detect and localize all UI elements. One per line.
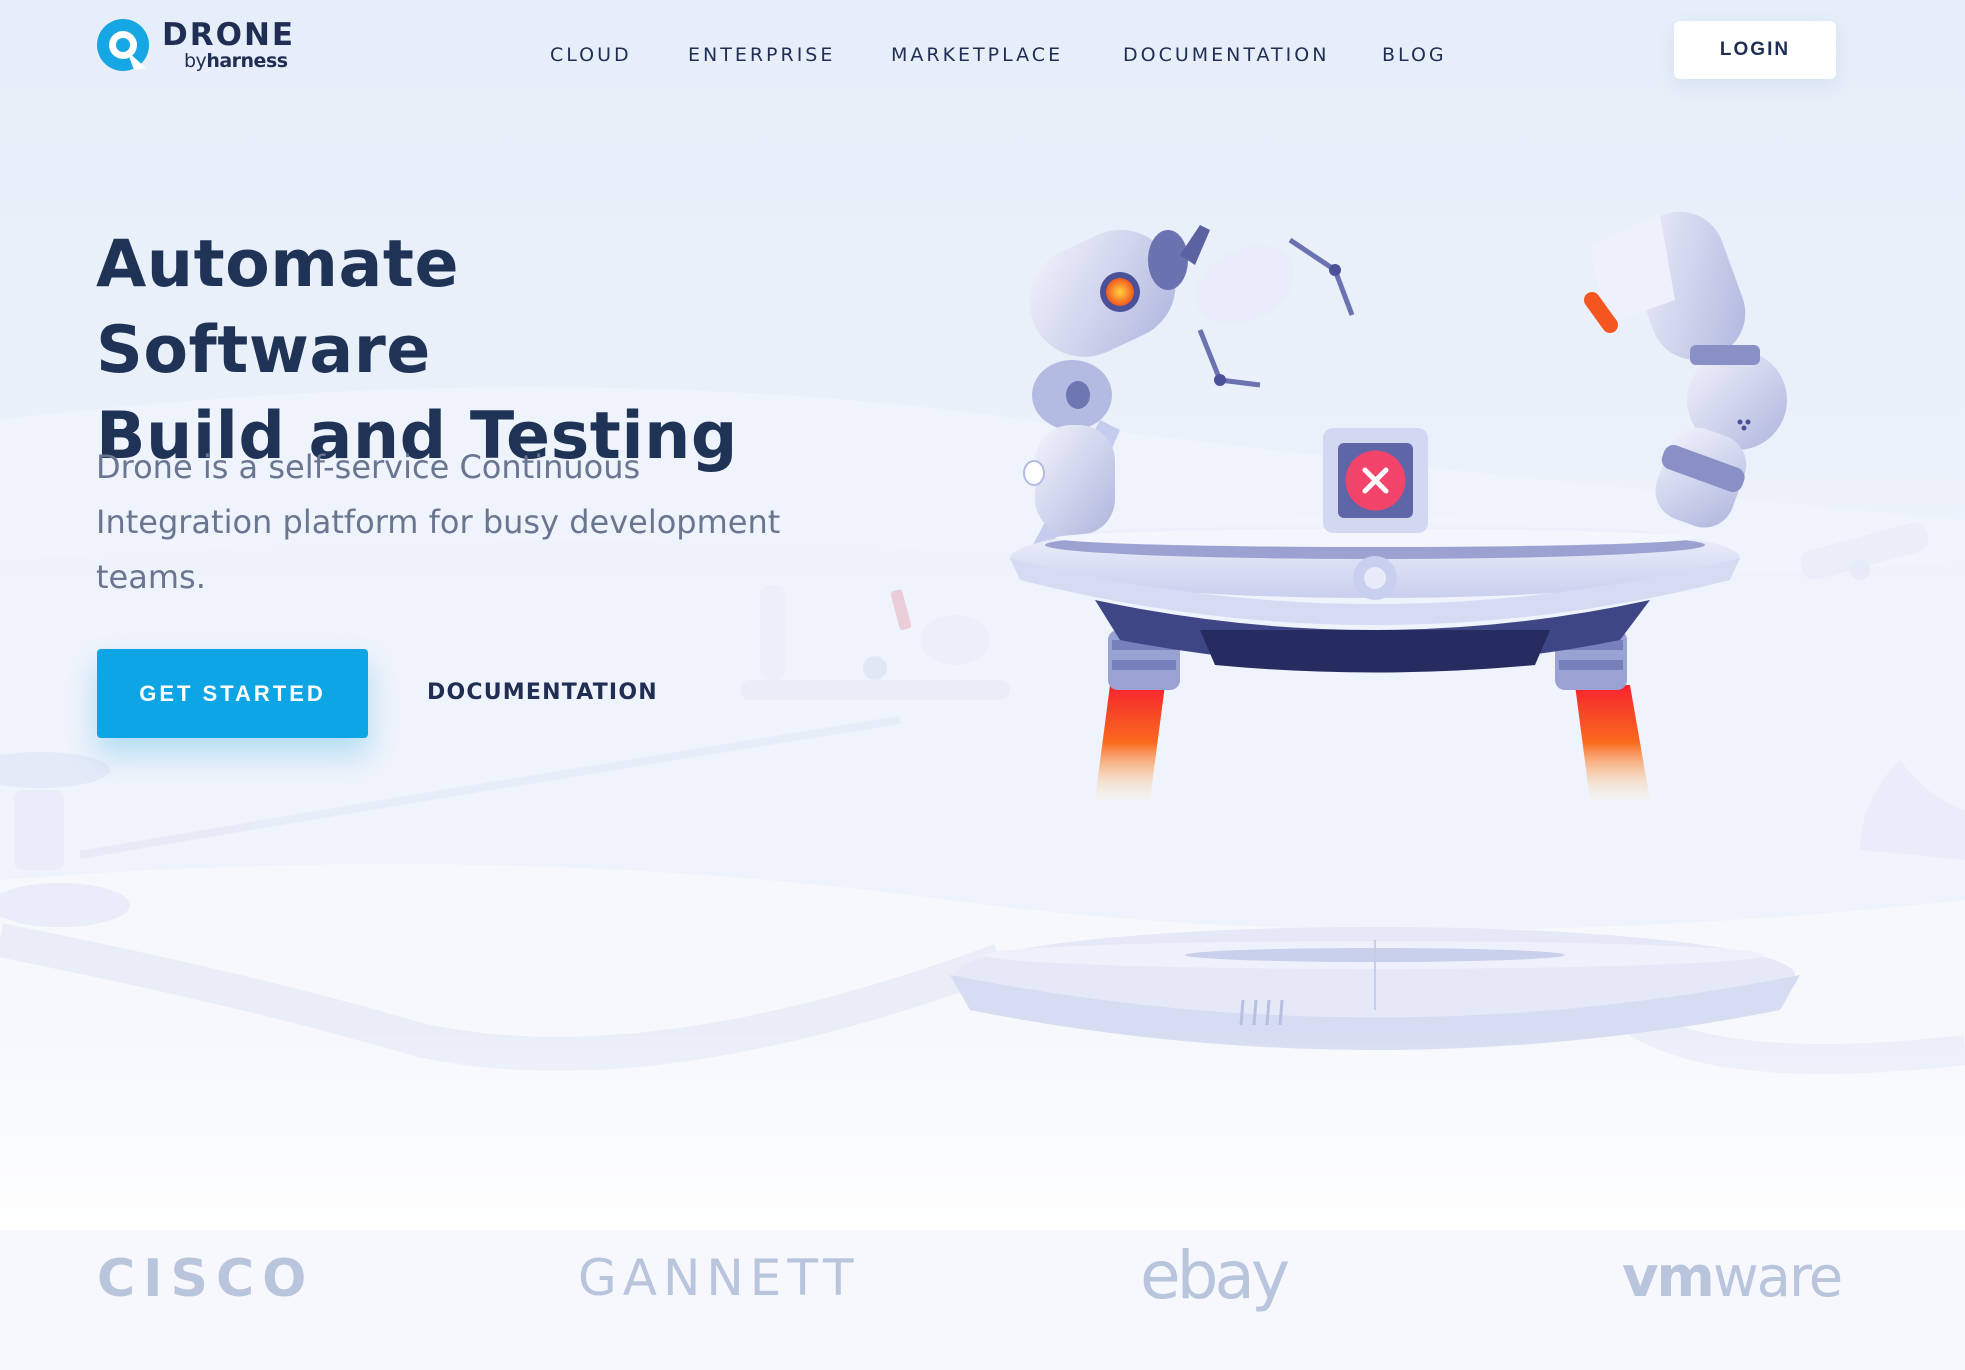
nav-link-documentation[interactable]: DOCUMENTATION — [1123, 44, 1329, 66]
hero-title-line1: Automate Software — [96, 227, 460, 388]
get-started-button[interactable]: GET STARTED — [97, 649, 368, 738]
ebay-logo: ebay — [1140, 1237, 1290, 1314]
nav-link-marketplace[interactable]: MARKETPLACE — [891, 44, 1063, 66]
client-logos: CISCO GANNETT ebay vmware — [0, 1225, 1965, 1335]
vmware-logo: vmware — [1622, 1245, 1843, 1310]
nav-link-cloud[interactable]: CLOUD — [550, 44, 632, 66]
documentation-link[interactable]: DOCUMENTATION — [427, 680, 658, 705]
nav-link-enterprise[interactable]: ENTERPRISE — [688, 44, 835, 66]
site-header: DRONE byharness CLOUD ENTERPRISE MARKETP… — [0, 0, 1965, 110]
main-nav: CLOUD ENTERPRISE MARKETPLACE DOCUMENTATI… — [0, 44, 1965, 66]
nav-link-blog[interactable]: BLOG — [1382, 44, 1447, 66]
gannett-logo: GANNETT — [578, 1249, 860, 1307]
cisco-logo: CISCO — [97, 1249, 315, 1309]
hero-subtitle: Drone is a self-service Continuous Integ… — [96, 448, 781, 596]
login-button[interactable]: LOGIN — [1674, 21, 1836, 79]
